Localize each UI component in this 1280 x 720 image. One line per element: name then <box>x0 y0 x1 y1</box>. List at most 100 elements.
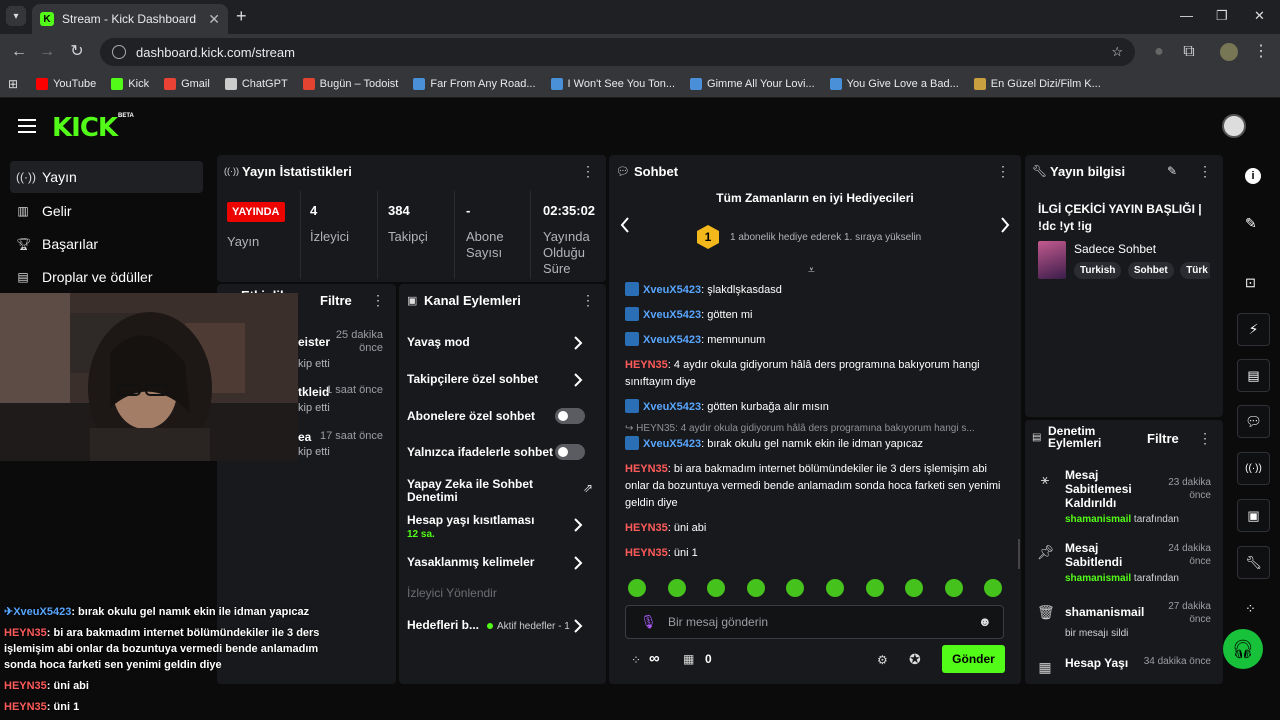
nav-item-basarilar[interactable]: 🏆︎ Başarılar <box>10 228 203 260</box>
chat-message[interactable]: XveuX5423: şlakdlşkasdasd <box>625 282 1003 299</box>
info-icon[interactable]: i <box>1245 168 1261 184</box>
subs-only-toggle[interactable] <box>555 408 585 424</box>
bookmark-star-icon[interactable]: ☆ <box>1111 44 1123 60</box>
nav-item-yayin[interactable]: ((·)) Yayın <box>10 161 203 193</box>
chat-message[interactable]: HEYN35: 4 aydır okula gidiyorum hâlâ der… <box>625 357 1003 391</box>
chat-username[interactable]: XveuX5423 <box>643 334 701 346</box>
close-tab-icon[interactable]: ✕ <box>208 11 220 28</box>
chat-message[interactable]: XveuX5423: götten mi <box>625 307 1003 324</box>
chat-username[interactable]: XveuX5423 <box>643 309 701 321</box>
emote-icon[interactable] <box>865 579 884 597</box>
edit-pencil-icon[interactable]: ✎ <box>1167 164 1177 178</box>
nav-item-gelir[interactable]: ▥ Gelir <box>10 195 203 227</box>
followers-only-row[interactable]: Takipçilere özel sohbet <box>407 373 593 387</box>
apps-grid-icon[interactable]: ⊞ <box>8 77 18 91</box>
kick-logo[interactable]: KICK <box>52 113 118 143</box>
address-bar[interactable]: dashboard.kick.com/stream ☆ <box>100 38 1135 66</box>
maximize-icon[interactable]: ❐ <box>1216 8 1228 24</box>
emote-icon[interactable] <box>944 579 963 597</box>
goals-row[interactable]: Hedefleri b... Aktif hedefler - 1 <box>407 619 593 633</box>
emote-icon[interactable] <box>707 579 726 597</box>
more-options-icon[interactable]: ⋮ <box>581 293 595 307</box>
emotes-only-toggle[interactable] <box>555 444 585 460</box>
slow-mode-row[interactable]: Yavaş mod <box>407 336 593 350</box>
ai-moderation-row[interactable]: Yapay Zeka ile Sohbet Denetimi <box>407 478 557 504</box>
chat-username[interactable]: XveuX5423 <box>643 284 701 296</box>
browser-tab[interactable]: K Stream - Kick Dashboard ✕ <box>32 4 228 34</box>
back-icon[interactable]: ← <box>10 43 28 61</box>
emote-icon[interactable] <box>826 579 844 597</box>
tag-pill[interactable]: Sohbet <box>1127 262 1174 279</box>
sidebar-chat-button[interactable]: 💬︎ <box>1237 405 1270 438</box>
bookmark-item[interactable]: ChatGPT <box>224 77 288 90</box>
chat-actions-icon[interactable]: ✪ <box>909 651 921 668</box>
bookmark-item[interactable]: Gmail <box>164 77 210 90</box>
chat-username[interactable]: HEYN35 <box>625 359 668 371</box>
chevron-left-icon[interactable] <box>619 217 631 233</box>
bookmark-item[interactable]: Kick <box>111 77 149 90</box>
screenshot-icon[interactable]: ⊡ <box>1245 275 1256 291</box>
banned-words-row[interactable]: Yasaklanmış kelimeler <box>407 556 593 570</box>
collapse-icon[interactable]: ⩡ <box>808 263 815 278</box>
close-window-icon[interactable]: ✕ <box>1254 8 1265 24</box>
settings-gear-icon[interactable]: ⚙ <box>877 653 888 667</box>
more-options-icon[interactable]: ⋮ <box>371 293 385 307</box>
more-options-icon[interactable]: ⋮ <box>581 164 595 178</box>
minimize-icon[interactable]: — <box>1180 8 1193 23</box>
emoji-icon[interactable]: ☻ <box>978 614 992 629</box>
hamburger-menu-icon[interactable] <box>18 119 36 133</box>
user-avatar[interactable] <box>1222 114 1246 138</box>
chat-username[interactable]: HEYN35 <box>625 522 668 534</box>
emote-icon[interactable] <box>984 579 1003 597</box>
tag-pill[interactable]: Türk <box>1180 262 1210 279</box>
new-tab-button[interactable]: + <box>236 6 252 26</box>
emote-icon[interactable] <box>746 579 765 597</box>
sidebar-lightning-button[interactable]: ⚡︎ <box>1237 313 1270 346</box>
bookmark-item[interactable]: Gimme All Your Lovi... <box>690 77 815 90</box>
emote-icon[interactable] <box>786 579 805 597</box>
chat-message[interactable]: XveuX5423: götten kurbağa alır mısın <box>625 399 1003 416</box>
forward-icon[interactable]: → <box>38 43 56 61</box>
more-options-icon[interactable]: ⋮ <box>1198 164 1212 178</box>
tab-list-button[interactable]: ▾ <box>6 6 26 26</box>
profile-avatar-icon[interactable] <box>1220 43 1238 61</box>
bookmark-item[interactable]: Bugün – Todoist <box>302 77 398 90</box>
chat-input[interactable]: 🎙︎ Bir mesaj gönderin ☻ <box>625 605 1004 639</box>
chevron-right-icon[interactable] <box>999 217 1011 233</box>
extension-icon[interactable]: ● <box>1150 43 1168 61</box>
chat-username[interactable]: XveuX5423 <box>643 401 701 413</box>
tag-pill[interactable]: Turkish <box>1074 262 1122 279</box>
mod-filter-button[interactable]: Filtre <box>1147 431 1179 446</box>
bookmark-item[interactable]: En Güzel Dizi/Film K... <box>973 77 1101 90</box>
emote-icon[interactable] <box>905 579 924 597</box>
chat-username[interactable]: HEYN35 <box>625 547 668 559</box>
account-age-row[interactable]: Hesap yaşı kısıtlaması 12 sa. <box>407 514 593 541</box>
bookmark-item[interactable]: I Won't See You Ton... <box>550 77 675 90</box>
chat-username[interactable]: HEYN35 <box>625 463 668 475</box>
bookmark-item[interactable]: YouTube <box>36 77 96 90</box>
sidebar-wrench-button[interactable]: 🔧︎ <box>1237 546 1270 579</box>
sidebar-notes-button[interactable]: ▤ <box>1237 359 1270 392</box>
sidebar-broadcast-button[interactable]: ((·)) <box>1237 452 1270 485</box>
edit-pencil-icon[interactable]: ✎ <box>1245 215 1257 232</box>
chat-message[interactable]: XveuX5423: bırak okulu gel namık ekin il… <box>625 436 1003 453</box>
bookmark-item[interactable]: You Give Love a Bad... <box>829 77 959 90</box>
chat-username[interactable]: XveuX5423 <box>643 438 701 450</box>
bookmark-item[interactable]: Far From Any Road... <box>413 77 536 90</box>
chat-message[interactable]: HEYN35: üni abi <box>625 520 1003 537</box>
chat-message[interactable]: XveuX5423: memnunum <box>625 332 1003 349</box>
more-options-icon[interactable]: ⋮ <box>996 164 1010 178</box>
reload-icon[interactable]: ↻ <box>68 43 86 61</box>
support-headset-button[interactable]: 🎧︎ <box>1223 629 1263 669</box>
browser-menu-icon[interactable]: ⋮ <box>1252 43 1270 61</box>
more-options-icon[interactable]: ⋮ <box>1198 431 1212 445</box>
sidebar-layout-button[interactable]: ▣ <box>1237 499 1270 532</box>
chat-message[interactable]: HEYN35: üni 1 <box>625 545 1003 562</box>
activity-filter-button[interactable]: Filtre <box>320 293 352 308</box>
extensions-puzzle-icon[interactable]: ⧉ <box>1180 43 1198 61</box>
nav-item-droplar[interactable]: ▤ Droplar ve ödüller <box>10 261 203 293</box>
points-icon[interactable]: ⁘ <box>1245 601 1256 617</box>
external-link-icon[interactable]: ⇗ <box>583 481 593 495</box>
microphone-icon[interactable]: 🎙︎ <box>640 614 657 630</box>
site-info-icon[interactable] <box>112 45 126 59</box>
